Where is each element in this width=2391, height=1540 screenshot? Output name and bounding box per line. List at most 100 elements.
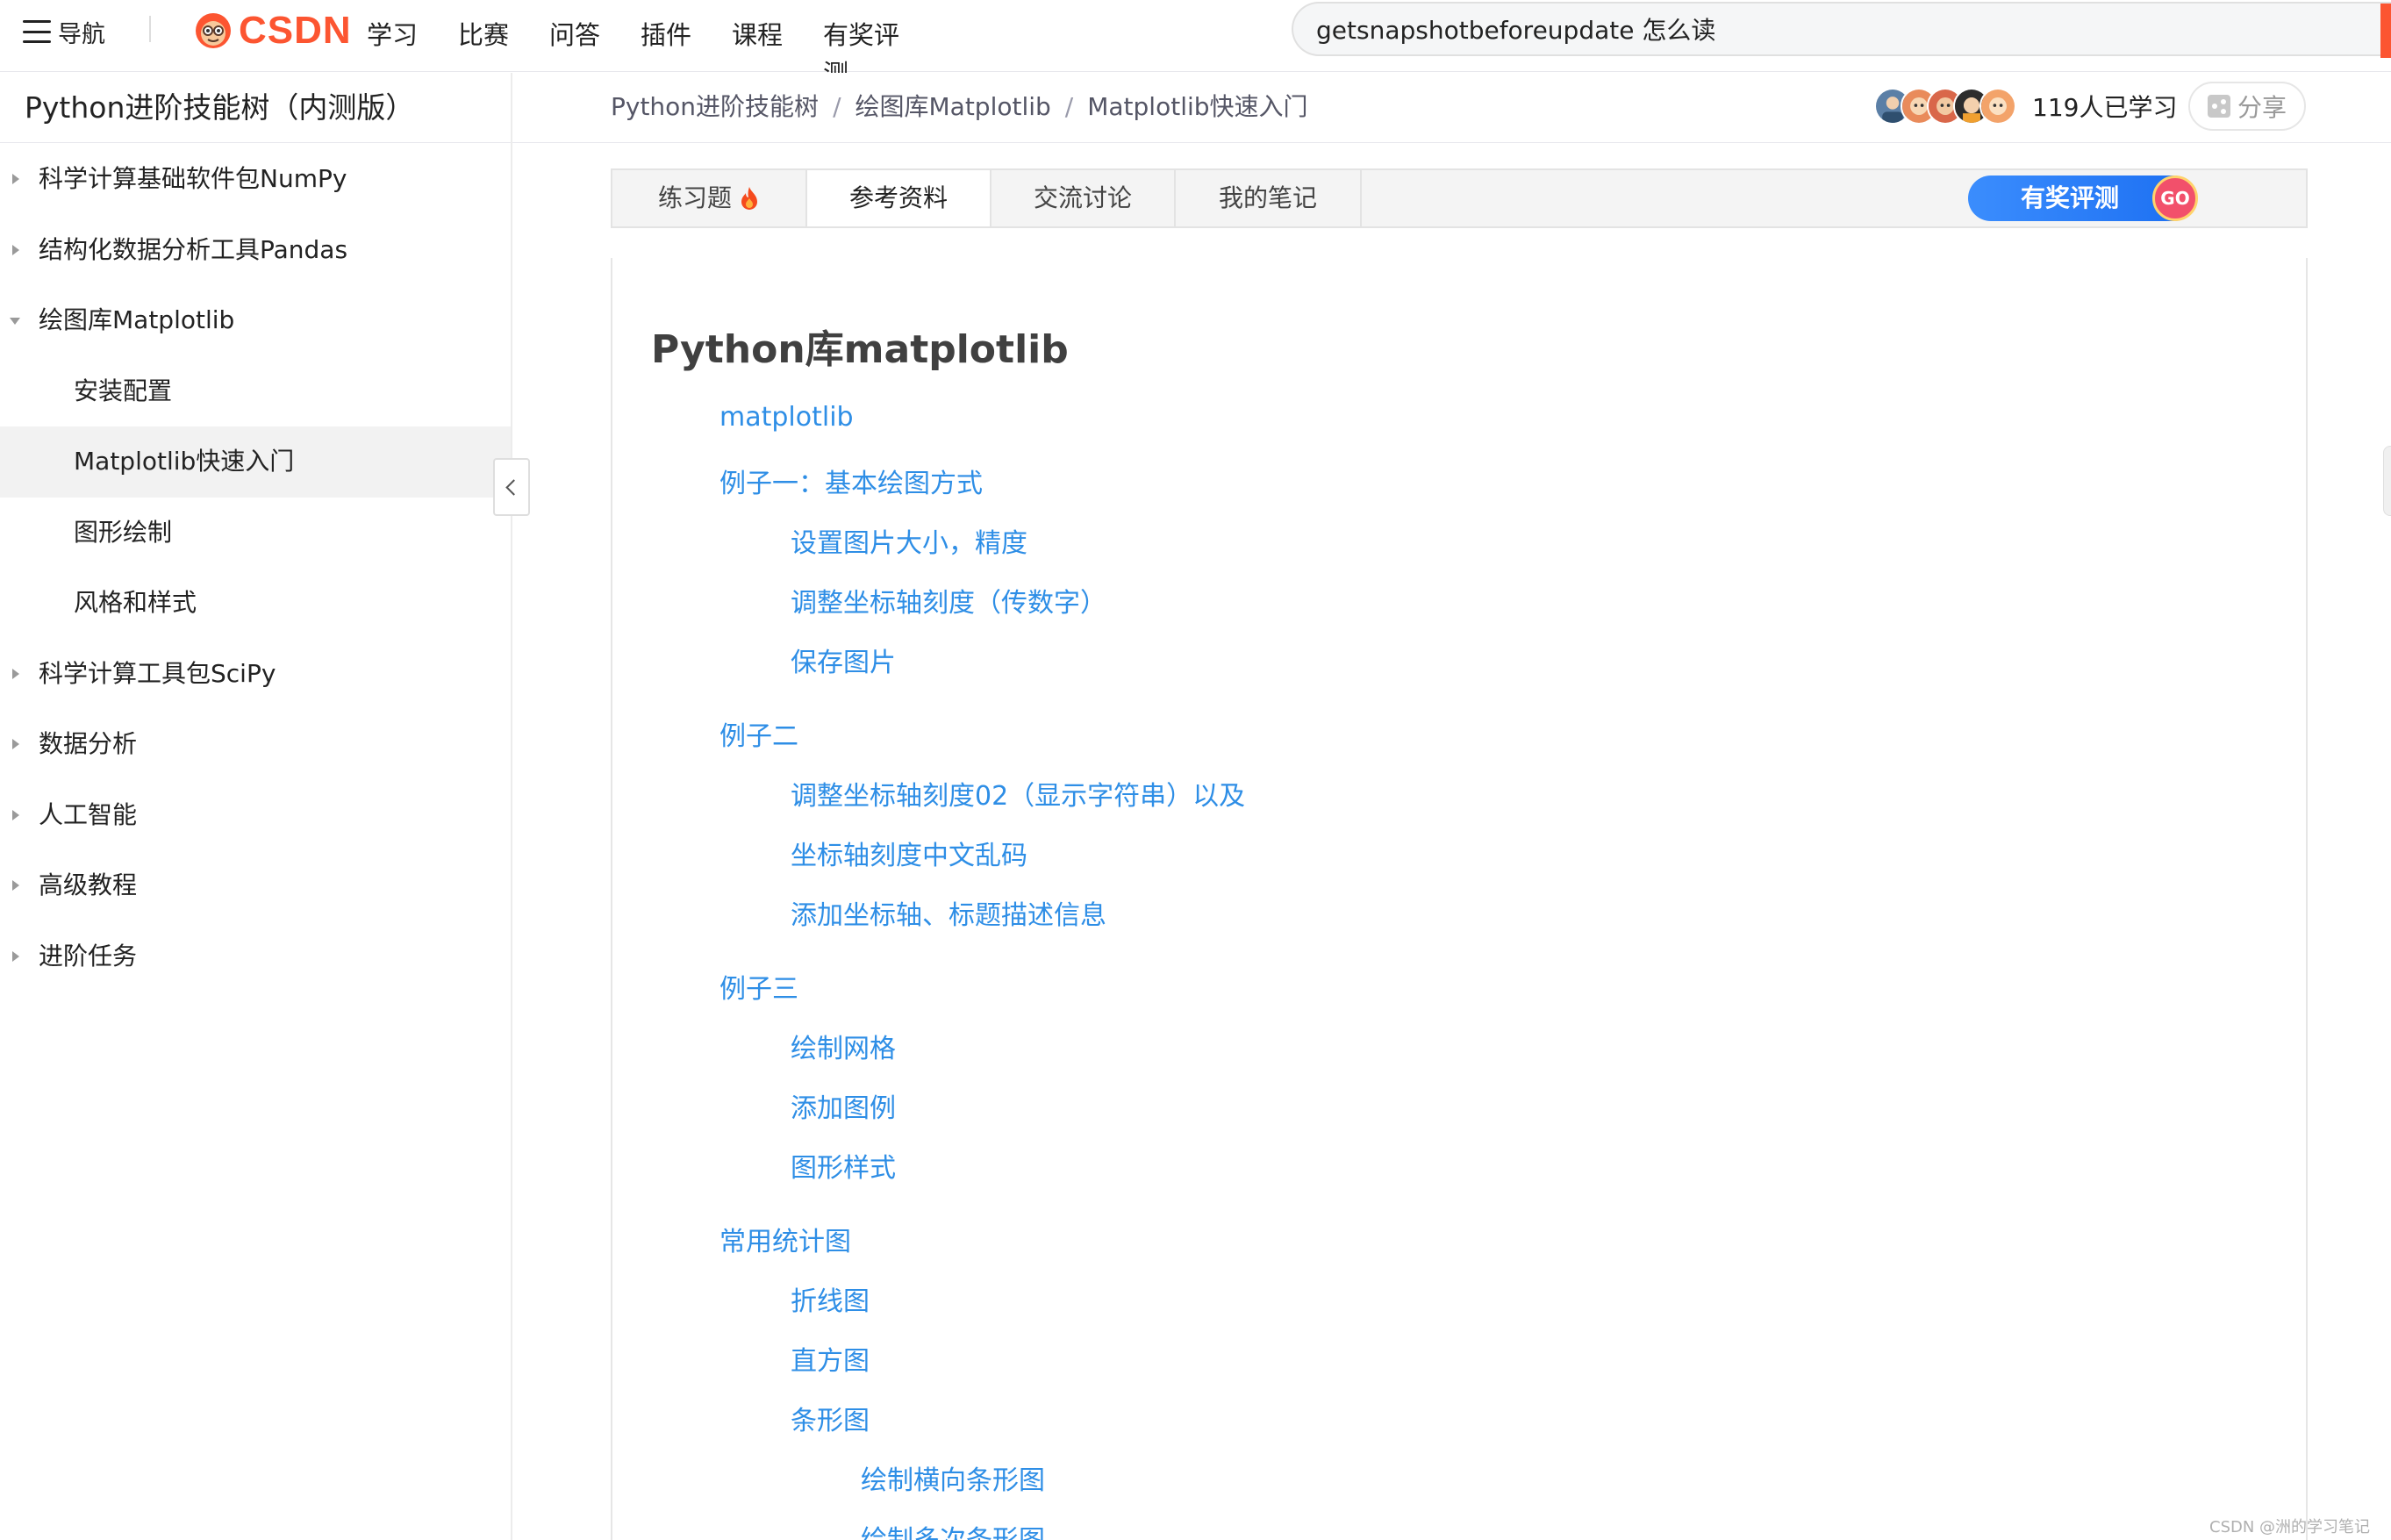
csdn-logo[interactable]: CSDN — [193, 9, 352, 53]
reward-review-button[interactable]: 有奖评测 GO — [1968, 175, 2198, 221]
search-input-value: getsnapshotbeforeupdate 怎么读 — [1316, 16, 1716, 45]
reward-review-label: 有奖评测 — [2021, 183, 2120, 212]
caret-down-icon — [10, 318, 20, 325]
sidebar-item-label: 图形绘制 — [74, 517, 173, 547]
caret-right-icon — [12, 668, 19, 679]
toc-link[interactable]: 保存图片 — [791, 641, 896, 679]
top-link-plugin[interactable]: 插件 — [641, 16, 732, 54]
top-link-course[interactable]: 课程 — [732, 16, 823, 54]
caret-right-icon — [12, 809, 19, 820]
caret-right-icon — [12, 244, 19, 255]
sidebar-item-label: 人工智能 — [39, 799, 138, 829]
sidebar-item-label: 进阶任务 — [39, 941, 138, 971]
go-badge: GO — [2152, 175, 2198, 221]
search-input[interactable]: getsnapshotbeforeupdate 怎么读 — [1292, 2, 2391, 58]
breadcrumb-item[interactable]: 绘图库Matplotlib — [855, 73, 1051, 141]
learners-group: 119人已学习 — [1874, 88, 2177, 125]
toc-link[interactable]: 条形图 — [791, 1399, 870, 1437]
nav-divider — [149, 16, 151, 42]
top-links: 学习 比赛 问答 插件 课程 有奖评测 — [367, 16, 914, 89]
toc-link[interactable]: 图形样式 — [791, 1146, 896, 1185]
toc-link[interactable]: 常用统计图 — [719, 1220, 851, 1258]
top-link-reward-review[interactable]: 有奖评测 — [823, 16, 914, 89]
skill-tree-title: Python进阶技能树（内测版） — [25, 90, 415, 125]
content-tabs: 练习题 参考资料 交流讨论 我的笔记 有奖评测 GO — [611, 168, 2308, 228]
sidebar-item-numpy[interactable]: 科学计算基础软件包NumPy — [0, 144, 511, 215]
toc-link[interactable]: 例子二 — [719, 714, 798, 753]
toc-link[interactable]: 坐标轴刻度中文乱码 — [791, 834, 1027, 872]
caret-right-icon — [12, 950, 19, 962]
sidebar-item-data-analysis[interactable]: 数据分析 — [0, 709, 511, 780]
breadcrumb-separator: / — [1064, 92, 1074, 121]
skill-tree-sidebar: 科学计算基础软件包NumPy 结构化数据分析工具Pandas 绘图库Matplo… — [0, 144, 511, 992]
top-link-contest[interactable]: 比赛 — [458, 16, 549, 54]
sidebar-item-label: 绘图库Matplotlib — [39, 305, 235, 334]
logo-text: CSDN — [239, 9, 352, 52]
side-float-handle[interactable] — [2383, 446, 2391, 516]
top-link-qa[interactable]: 问答 — [549, 16, 641, 54]
breadcrumb-item[interactable]: Python进阶技能树 — [611, 73, 819, 141]
sidebar-item-tasks[interactable]: 进阶任务 — [0, 921, 511, 992]
toc-link[interactable]: 绘制横向条形图 — [861, 1458, 1045, 1497]
sidebar-item-label: 数据分析 — [39, 729, 138, 758]
sidebar-item-label: 风格和样式 — [74, 588, 197, 617]
breadcrumb: Python进阶技能树 / 绘图库Matplotlib / Matplotlib… — [611, 73, 1308, 141]
sidebar-divider — [511, 73, 512, 1540]
toc-link[interactable]: 例子一：基本绘图方式 — [719, 462, 983, 500]
toc-link[interactable]: 例子三 — [719, 967, 798, 1006]
sidebar-item-styles[interactable]: 风格和样式 — [0, 568, 511, 639]
sidebar-item-pandas[interactable]: 结构化数据分析工具Pandas — [0, 215, 511, 286]
sidebar-item-quickstart[interactable]: Matplotlib快速入门 — [0, 426, 511, 498]
sidebar-item-install[interactable]: 安装配置 — [0, 356, 511, 427]
sidebar-item-label: 科学计算基础软件包NumPy — [39, 164, 347, 193]
breadcrumb-separator: / — [833, 92, 841, 121]
tab-label: 我的笔记 — [1218, 183, 1317, 212]
toc-link[interactable]: 调整坐标轴刻度（传数字） — [791, 581, 1106, 620]
sidebar-item-label: 结构化数据分析工具Pandas — [39, 234, 348, 264]
monkey-mascot-icon — [196, 13, 231, 48]
sidebar-item-label: 科学计算工具包SciPy — [39, 658, 276, 688]
tab-references[interactable]: 参考资料 — [807, 170, 991, 226]
sidebar-item-label: 安装配置 — [74, 376, 173, 405]
menu-icon — [23, 20, 51, 43]
sidebar-item-scipy[interactable]: 科学计算工具包SciPy — [0, 639, 511, 710]
nav-menu-label: 导航 — [58, 20, 105, 48]
tab-label: 练习题 — [657, 183, 732, 212]
tab-discussion[interactable]: 交流讨论 — [991, 170, 1176, 226]
chevron-left-icon — [505, 478, 522, 496]
tab-my-notes[interactable]: 我的笔记 — [1176, 170, 1362, 226]
toc-link[interactable]: 绘制网格 — [791, 1027, 896, 1065]
avatar — [1979, 88, 2016, 125]
toc-link[interactable]: 绘制多次条形图 — [861, 1518, 1045, 1540]
share-icon — [2207, 95, 2230, 118]
sidebar-item-matplotlib[interactable]: 绘图库Matplotlib — [0, 285, 511, 356]
sidebar-item-label: 高级教程 — [39, 870, 138, 899]
sidebar-item-ai[interactable]: 人工智能 — [0, 780, 511, 851]
sidebar-item-drawing[interactable]: 图形绘制 — [0, 498, 511, 569]
watermark: CSDN @洲的学习笔记 — [2209, 1518, 2371, 1536]
toc-link[interactable]: 添加图例 — [791, 1086, 896, 1125]
toc-link[interactable]: 直方图 — [791, 1339, 870, 1378]
caret-right-icon — [12, 174, 19, 184]
top-navbar: 导航 CSDN 学习 比赛 问答 插件 课程 有奖评测 getsnapshotb… — [0, 0, 2391, 89]
toc-link[interactable]: 设置图片大小，精度 — [791, 521, 1027, 560]
tab-exercises[interactable]: 练习题 — [612, 170, 807, 226]
doc-title: Python库matplotlib — [651, 327, 1069, 372]
caret-right-icon — [12, 880, 19, 891]
sidebar-collapse-button[interactable] — [493, 458, 530, 516]
toc-link[interactable]: 折线图 — [791, 1279, 870, 1318]
learn-count: 119人已学习 — [2032, 93, 2178, 122]
share-button[interactable]: 分享 — [2188, 82, 2306, 131]
top-link-learn[interactable]: 学习 — [367, 16, 458, 54]
fire-icon — [741, 187, 757, 210]
toc-link[interactable]: matplotlib — [719, 402, 854, 433]
toc-link[interactable]: 调整坐标轴刻度02（显示字符串）以及 — [791, 774, 1245, 813]
breadcrumb-item[interactable]: Matplotlib快速入门 — [1087, 73, 1307, 141]
caret-right-icon — [12, 739, 19, 749]
sidebar-item-advanced[interactable]: 高级教程 — [0, 850, 511, 921]
tab-label: 交流讨论 — [1033, 183, 1132, 212]
sub-header: Python进阶技能树（内测版） Python进阶技能树 / 绘图库Matplo… — [0, 73, 2391, 143]
search-button[interactable] — [2380, 4, 2391, 58]
nav-menu-button[interactable]: 导航 — [23, 12, 105, 51]
toc-link[interactable]: 添加坐标轴、标题描述信息 — [791, 893, 1106, 932]
